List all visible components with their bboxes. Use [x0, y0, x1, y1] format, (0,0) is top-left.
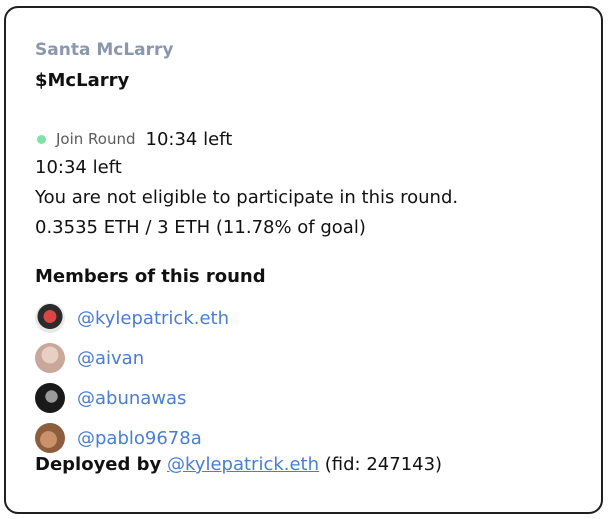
deployer-handle-link[interactable]: @kylepatrick.eth	[167, 454, 319, 475]
deployed-by-line: Deployed by @kylepatrick.eth (fid: 24714…	[35, 450, 581, 480]
avatar	[35, 423, 65, 453]
member-handle-link[interactable]: @abunawas	[77, 388, 186, 409]
deployed-by-label: Deployed by	[35, 454, 162, 475]
avatar	[35, 343, 65, 373]
time-left-inline: 10:34 left	[145, 128, 233, 150]
eligibility-message: You are not eligible to participate in t…	[35, 187, 459, 208]
token-symbol: $McLarry	[35, 70, 130, 91]
list-item: @abunawas	[35, 378, 581, 418]
list-item: @kylepatrick.eth	[35, 298, 581, 338]
avatar	[35, 303, 65, 333]
round-status-row: Join Round 10:34 left	[35, 125, 581, 153]
deployer-fid: (fid: 247143)	[324, 454, 443, 475]
list-item: @aivan	[35, 338, 581, 378]
project-name: Santa McLarry	[35, 40, 174, 60]
members-title: Members of this round	[35, 266, 266, 287]
member-handle-link[interactable]: @pablo9678a	[77, 428, 202, 449]
round-card: Santa McLarry $McLarry Join Round 10:34 …	[4, 6, 603, 514]
member-handle-link[interactable]: @kylepatrick.eth	[77, 308, 229, 329]
funding-progress: 0.3535 ETH / 3 ETH (11.78% of goal)	[35, 217, 366, 238]
member-handle-link[interactable]: @aivan	[77, 348, 144, 369]
join-round-label[interactable]: Join Round	[56, 130, 136, 148]
members-list: @kylepatrick.eth @aivan @abunawas @pablo…	[35, 298, 581, 458]
time-left: 10:34 left	[35, 157, 122, 178]
card-content: Santa McLarry $McLarry Join Round 10:34 …	[35, 38, 581, 480]
status-dot-icon	[37, 134, 46, 144]
avatar	[35, 383, 65, 413]
